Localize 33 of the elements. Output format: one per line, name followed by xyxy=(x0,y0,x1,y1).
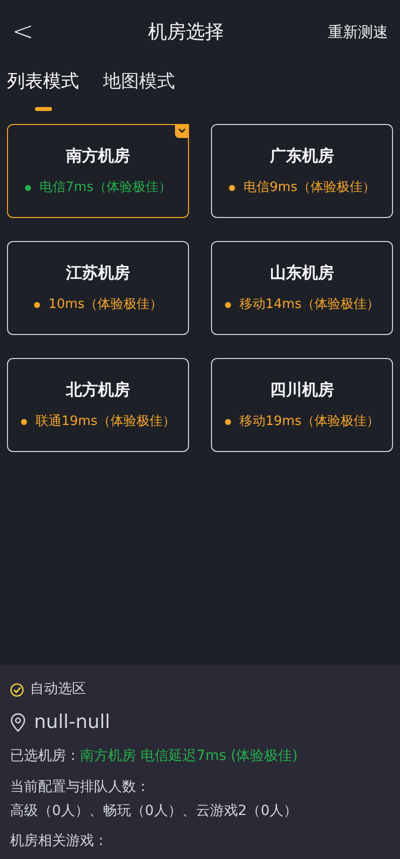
room-card[interactable]: 山东机房 移动14ms（体验极佳） xyxy=(211,241,393,335)
room-name: 南方机房 xyxy=(66,145,130,168)
back-button[interactable]: < xyxy=(12,12,44,52)
selected-room-label: 已选机房： xyxy=(10,746,80,766)
room-name: 江苏机房 xyxy=(66,262,130,284)
room-card[interactable]: 南方机房 电信7ms（体验极佳） xyxy=(7,124,189,218)
check-badge-icon xyxy=(175,124,189,138)
location-text: null-null xyxy=(34,710,110,735)
latency-text: 电信7ms（体验极佳） xyxy=(40,179,172,198)
room-name: 四川机房 xyxy=(270,379,334,402)
room-card[interactable]: 四川机房 移动19ms（体验极佳） xyxy=(211,358,393,452)
latency-text: 移动19ms（体验极佳） xyxy=(240,413,380,432)
check-circle-icon[interactable] xyxy=(10,682,24,696)
auto-select-label: 自动选区 xyxy=(30,680,86,699)
room-card[interactable]: 北方机房 联通19ms（体验极佳） xyxy=(7,358,189,452)
mode-tab[interactable]: 列表模式 xyxy=(7,68,79,111)
retest-button[interactable]: 重新测速 xyxy=(328,20,388,44)
page-title: 机房选择 xyxy=(148,20,224,45)
room-name: 广东机房 xyxy=(270,145,334,168)
latency-text: 联通19ms（体验极佳） xyxy=(36,413,176,432)
location-pin-icon xyxy=(10,712,26,732)
selected-room-value: 南方机房 电信延迟7ms (体验极佳) xyxy=(80,746,298,766)
mode-tab[interactable]: 地图模式 xyxy=(103,68,175,111)
latency-text: 电信9ms（体验极佳） xyxy=(244,179,376,198)
room-name: 北方机房 xyxy=(66,379,130,402)
room-card[interactable]: 江苏机房 10ms（体验极佳） xyxy=(7,241,189,335)
queue-value: 高级（0人）、畅玩（0人）、云游戏2（0人） xyxy=(10,802,299,820)
related-games-label: 机房相关游戏： xyxy=(10,832,109,850)
latency-text: 10ms（体验极佳） xyxy=(48,296,162,314)
room-card[interactable]: 广东机房 电信9ms（体验极佳） xyxy=(211,124,393,218)
room-name: 山东机房 xyxy=(270,262,334,284)
latency-text: 移动14ms（体验极佳） xyxy=(240,296,380,314)
queue-label: 当前配置与排队人数： xyxy=(10,778,151,796)
